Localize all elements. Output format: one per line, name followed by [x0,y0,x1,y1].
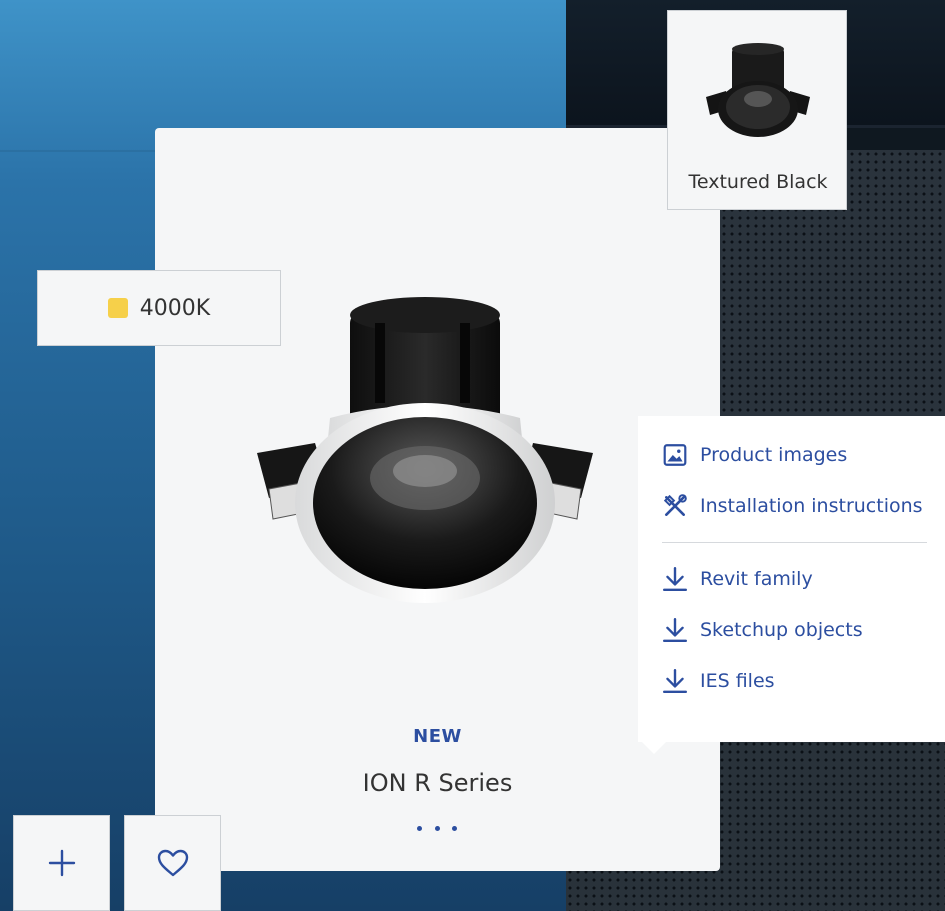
color-temperature-swatch [107,298,128,318]
heart-icon [157,849,188,877]
menu-item-label: IES files [700,670,775,692]
download-icon [662,668,688,694]
menu-item-label: Revit family [700,568,813,590]
ellipsis-icon[interactable] [417,818,457,838]
favorite-button[interactable] [124,815,221,911]
menu-item-label: Installation instructions [700,495,923,517]
product-card[interactable]: NEW ION R Series [155,128,720,871]
ellipsis-dot [434,825,440,831]
product-name[interactable]: ION R Series [155,769,720,797]
add-button[interactable] [13,815,110,911]
plus-icon [48,849,75,877]
color-temperature-label: 4000K [139,295,211,321]
menu-item-label: Sketchup objects [700,619,863,641]
menu-item-product-images[interactable]: Product images [662,442,847,468]
menu-divider [662,542,927,543]
menu-item-sketchup-objects[interactable]: Sketchup objects [662,617,863,643]
menu-item-installation-instructions[interactable]: Installation instructions [662,493,923,519]
image-icon [663,444,687,466]
menu-item-ies-files[interactable]: IES files [662,668,775,694]
menu-item-revit-family[interactable]: Revit family [662,566,813,592]
finish-swatch[interactable]: Textured Black [667,10,847,210]
ellipsis-dot [417,825,422,831]
finish-swatch-label: Textured Black [688,171,828,193]
menu-item-label: Product images [700,444,848,466]
ellipsis-dot [452,825,457,831]
finish-swatch-image [706,43,810,137]
color-temperature-chip[interactable]: 4000K [37,270,281,346]
new-badge: NEW [413,726,462,747]
download-icon [662,566,688,592]
download-icon [662,617,688,643]
tools-icon [663,494,687,516]
product-image [257,297,593,603]
resources-menu: Product images Installation instructions… [638,416,945,754]
